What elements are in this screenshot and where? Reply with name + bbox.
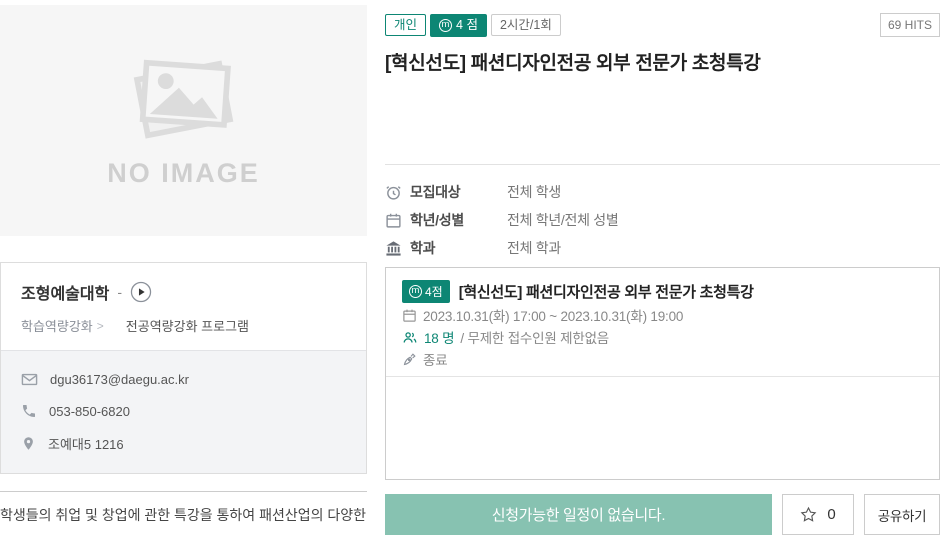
department-contacts: dgu36173@daegu.ac.kr 053-850-6820 조예대5 1…	[1, 350, 366, 473]
schedule-enrolled: 18 명	[424, 327, 454, 347]
no-image-icon	[125, 53, 243, 144]
info-value: 전체 학생	[507, 182, 561, 202]
schedule-card: m 4점 [혁신선도] 패션디자인전공 외부 전문가 초청특강 2023.10.…	[385, 267, 940, 480]
mileage-icon: m	[409, 285, 422, 298]
badge-duration: 2시간/1회	[491, 14, 561, 37]
people-icon	[402, 330, 418, 345]
favorite-button[interactable]: 0	[782, 494, 854, 535]
program-detail-page: NO IMAGE 조형예술대학 - 학습역량강화 >	[0, 0, 942, 535]
breadcrumb-parent[interactable]: 학습역량강화	[21, 316, 93, 335]
right-column: 개인 m 4 점 2시간/1회 69 HITS [혁신선도] 패션디자인전공 외…	[385, 0, 942, 535]
page-title: [혁신선도] 패션디자인전공 외부 전문가 초청특강	[385, 48, 940, 75]
contact-phone-row: 053-850-6820	[21, 403, 346, 419]
action-bar: 신청가능한 일정이 없습니다. 0 공유하기	[385, 494, 940, 535]
schedule-points-badge: m 4점	[402, 280, 450, 303]
mileage-icon: m	[439, 19, 452, 32]
schedule-date-range: 2023.10.31(화) 17:00 ~ 2023.10.31(화) 19:0…	[423, 305, 683, 325]
info-value: 전체 학년/전체 성별	[507, 210, 618, 230]
department-name: 조형예술대학	[21, 280, 109, 304]
contact-location: 조예대5 1216	[48, 434, 124, 453]
left-column: NO IMAGE 조형예술대학 - 학습역량강화 >	[0, 0, 367, 535]
info-section: 모집대상 전체 학생 학년/성별 전체 학년/전체 성별 학과 전체 학과	[385, 164, 940, 262]
department-card: 조형예술대학 - 학습역량강화 > 전공역량강화 프로그램	[0, 262, 367, 474]
pen-icon	[402, 352, 417, 367]
schedule-card-summary: m 4점 [혁신선도] 패션디자인전공 외부 전문가 초청특강 2023.10.…	[386, 268, 939, 377]
info-row-target: 모집대상 전체 학생	[385, 178, 940, 206]
department-card-header: 조형예술대학 - 학습역량강화 > 전공역량강화 프로그램	[1, 263, 366, 350]
mail-icon	[21, 371, 38, 388]
info-row-department: 학과 전체 학과	[385, 234, 940, 262]
badge-points: m 4 점	[430, 14, 487, 37]
program-image-placeholder: NO IMAGE	[0, 5, 367, 236]
phone-icon	[21, 403, 37, 419]
badge-row: 개인 m 4 점 2시간/1회 69 HITS	[385, 13, 940, 37]
info-label: 학과	[410, 238, 507, 258]
schedule-capacity-row: 18 명 / 무제한 접수인원 제한없음	[402, 326, 923, 348]
badge-personal: 개인	[385, 14, 426, 37]
hits-badge: 69 HITS	[880, 13, 940, 37]
schedule-status: 종료	[423, 349, 447, 369]
info-row-grade-gender: 학년/성별 전체 학년/전체 성별	[385, 206, 940, 234]
pin-icon	[21, 435, 36, 452]
star-icon	[800, 506, 817, 523]
no-schedule-button[interactable]: 신청가능한 일정이 없습니다.	[385, 494, 772, 535]
contact-email: dgu36173@daegu.ac.kr	[50, 372, 189, 387]
contact-email-row: dgu36173@daegu.ac.kr	[21, 371, 346, 388]
badge-points-label: 4 점	[456, 19, 478, 32]
info-label: 학년/성별	[410, 210, 507, 230]
contact-phone: 053-850-6820	[49, 404, 130, 419]
alarm-clock-icon	[385, 184, 402, 201]
calendar-icon	[402, 308, 417, 323]
department-dash: -	[117, 284, 122, 300]
chevron-right-icon: >	[97, 319, 104, 333]
favorite-count: 0	[827, 506, 835, 523]
program-description: 학생들의 취업 및 창업에 관한 특강을 통하여 패션산업의 다양한 진로와 취…	[0, 491, 367, 535]
calendar-icon	[385, 212, 402, 229]
schedule-points-label: 4점	[425, 283, 443, 300]
schedule-title: [혁신선도] 패션디자인전공 외부 전문가 초청특강	[459, 281, 754, 302]
breadcrumb: 학습역량강화 > 전공역량강화 프로그램	[21, 316, 346, 335]
play-button[interactable]	[130, 281, 152, 303]
schedule-capacity-note: / 무제한 접수인원 제한없음	[460, 327, 609, 347]
schedule-date-row: 2023.10.31(화) 17:00 ~ 2023.10.31(화) 19:0…	[402, 304, 923, 326]
breadcrumb-child[interactable]: 전공역량강화 프로그램	[126, 316, 249, 335]
share-button[interactable]: 공유하기	[864, 494, 940, 535]
no-image-label: NO IMAGE	[107, 158, 260, 189]
bank-icon	[385, 240, 402, 257]
play-icon	[130, 281, 152, 303]
schedule-status-row: 종료	[402, 348, 923, 370]
info-value: 전체 학과	[507, 238, 561, 258]
info-label: 모집대상	[410, 182, 507, 202]
description-text: 학생들의 취업 및 창업에 관한 특강을 통하여 패션산업의 다양한 진로와 취…	[0, 501, 367, 535]
contact-location-row: 조예대5 1216	[21, 434, 346, 453]
